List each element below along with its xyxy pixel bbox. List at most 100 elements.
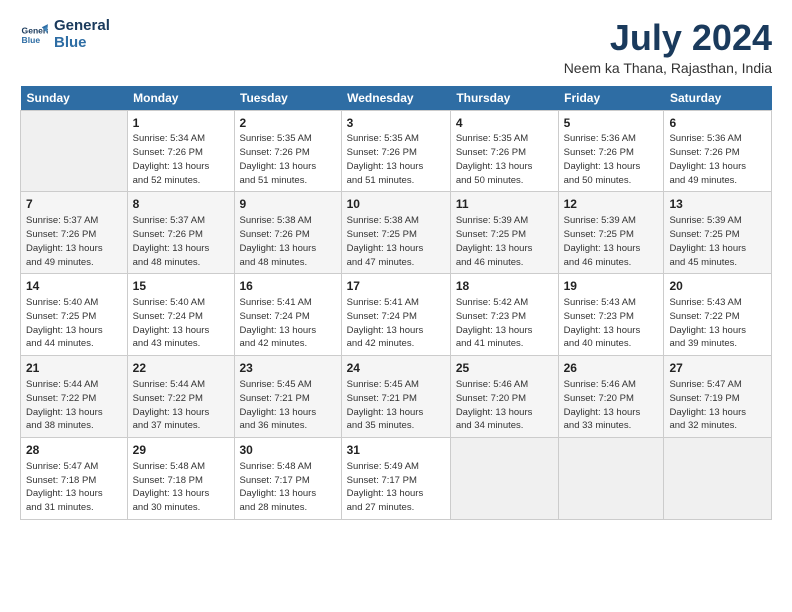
day-cell: 6Sunrise: 5:36 AM Sunset: 7:26 PM Daylig…: [664, 110, 772, 192]
day-number: 18: [456, 278, 553, 295]
day-info: Sunrise: 5:40 AM Sunset: 7:24 PM Dayligh…: [133, 296, 229, 351]
day-cell: [558, 438, 664, 520]
day-number: 24: [347, 360, 445, 377]
day-cell: 17Sunrise: 5:41 AM Sunset: 7:24 PM Dayli…: [341, 274, 450, 356]
day-number: 2: [240, 115, 336, 132]
day-info: Sunrise: 5:35 AM Sunset: 7:26 PM Dayligh…: [347, 132, 445, 187]
title-block: July 2024 Neem ka Thana, Rajasthan, Indi…: [564, 18, 772, 76]
header-day-monday: Monday: [127, 86, 234, 111]
day-number: 25: [456, 360, 553, 377]
day-info: Sunrise: 5:34 AM Sunset: 7:26 PM Dayligh…: [133, 132, 229, 187]
day-cell: 18Sunrise: 5:42 AM Sunset: 7:23 PM Dayli…: [450, 274, 558, 356]
logo: General Blue General Blue: [20, 18, 110, 51]
day-cell: 14Sunrise: 5:40 AM Sunset: 7:25 PM Dayli…: [21, 274, 128, 356]
day-info: Sunrise: 5:49 AM Sunset: 7:17 PM Dayligh…: [347, 460, 445, 515]
day-number: 26: [564, 360, 659, 377]
day-number: 17: [347, 278, 445, 295]
day-info: Sunrise: 5:37 AM Sunset: 7:26 PM Dayligh…: [133, 214, 229, 269]
day-cell: 5Sunrise: 5:36 AM Sunset: 7:26 PM Daylig…: [558, 110, 664, 192]
page: General Blue General Blue July 2024 Neem…: [0, 0, 792, 612]
svg-text:Blue: Blue: [22, 34, 41, 44]
day-number: 4: [456, 115, 553, 132]
day-info: Sunrise: 5:42 AM Sunset: 7:23 PM Dayligh…: [456, 296, 553, 351]
day-cell: 8Sunrise: 5:37 AM Sunset: 7:26 PM Daylig…: [127, 192, 234, 274]
day-info: Sunrise: 5:36 AM Sunset: 7:26 PM Dayligh…: [669, 132, 766, 187]
day-number: 10: [347, 196, 445, 213]
day-number: 3: [347, 115, 445, 132]
header-day-tuesday: Tuesday: [234, 86, 341, 111]
day-number: 22: [133, 360, 229, 377]
day-cell: 29Sunrise: 5:48 AM Sunset: 7:18 PM Dayli…: [127, 438, 234, 520]
header-day-friday: Friday: [558, 86, 664, 111]
day-cell: 21Sunrise: 5:44 AM Sunset: 7:22 PM Dayli…: [21, 356, 128, 438]
day-info: Sunrise: 5:39 AM Sunset: 7:25 PM Dayligh…: [456, 214, 553, 269]
day-cell: 28Sunrise: 5:47 AM Sunset: 7:18 PM Dayli…: [21, 438, 128, 520]
calendar-table: SundayMondayTuesdayWednesdayThursdayFrid…: [20, 86, 772, 520]
week-row-4: 21 Sunrise: 5:44 AM Sunset: 7:22 PM Dayli…: [21, 356, 772, 438]
header-day-saturday: Saturday: [664, 86, 772, 111]
day-number: 5: [564, 115, 659, 132]
day-cell: 27Sunrise: 5:47 AM Sunset: 7:19 PM Dayli…: [664, 356, 772, 438]
day-info: Sunrise: 5:47 AM Sunset: 7:18 PM Dayligh…: [26, 460, 122, 515]
header-day-sunday: Sunday: [21, 86, 128, 111]
day-info: Sunrise: 5:47 AM Sunset: 7:19 PM Dayligh…: [669, 378, 766, 433]
day-info: Sunrise: 5:45 AM Sunset: 7:21 PM Dayligh…: [347, 378, 445, 433]
day-number: 27: [669, 360, 766, 377]
day-number: 23: [240, 360, 336, 377]
header-day-wednesday: Wednesday: [341, 86, 450, 111]
day-cell: 4Sunrise: 5:35 AM Sunset: 7:26 PM Daylig…: [450, 110, 558, 192]
day-info: Sunrise: 5:39 AM Sunset: 7:25 PM Dayligh…: [669, 214, 766, 269]
day-cell: 20Sunrise: 5:43 AM Sunset: 7:22 PM Dayli…: [664, 274, 772, 356]
logo-icon: General Blue: [20, 21, 48, 49]
logo-line1: General: [54, 18, 110, 35]
day-number: 13: [669, 196, 766, 213]
day-cell: 19Sunrise: 5:43 AM Sunset: 7:23 PM Dayli…: [558, 274, 664, 356]
day-number: 8: [133, 196, 229, 213]
day-number: 6: [669, 115, 766, 132]
day-info: Sunrise: 5:41 AM Sunset: 7:24 PM Dayligh…: [347, 296, 445, 351]
week-row-5: 28Sunrise: 5:47 AM Sunset: 7:18 PM Dayli…: [21, 438, 772, 520]
day-number: 9: [240, 196, 336, 213]
header-row: SundayMondayTuesdayWednesdayThursdayFrid…: [21, 86, 772, 111]
day-number: 11: [456, 196, 553, 213]
day-number: 1: [133, 115, 229, 132]
day-number: 29: [133, 442, 229, 459]
day-cell: 31Sunrise: 5:49 AM Sunset: 7:17 PM Dayli…: [341, 438, 450, 520]
day-cell: 25Sunrise: 5:46 AM Sunset: 7:20 PM Dayli…: [450, 356, 558, 438]
day-cell: 3Sunrise: 5:35 AM Sunset: 7:26 PM Daylig…: [341, 110, 450, 192]
day-cell: 22Sunrise: 5:44 AM Sunset: 7:22 PM Dayli…: [127, 356, 234, 438]
day-info: Sunrise: 5:39 AM Sunset: 7:25 PM Dayligh…: [564, 214, 659, 269]
day-info: Sunrise: 5:40 AM Sunset: 7:25 PM Dayligh…: [26, 296, 122, 351]
day-info: Sunrise: 5:46 AM Sunset: 7:20 PM Dayligh…: [564, 378, 659, 433]
day-number: 14: [26, 278, 122, 295]
day-number: 21: [26, 360, 122, 377]
week-row-3: 14Sunrise: 5:40 AM Sunset: 7:25 PM Dayli…: [21, 274, 772, 356]
day-number: 12: [564, 196, 659, 213]
day-cell: [21, 110, 128, 192]
day-number: 20: [669, 278, 766, 295]
day-cell: [450, 438, 558, 520]
day-number: 7: [26, 196, 122, 213]
day-info: Sunrise: 5:44 AM Sunset: 7:22 PM Dayligh…: [133, 378, 229, 433]
day-cell: 16Sunrise: 5:41 AM Sunset: 7:24 PM Dayli…: [234, 274, 341, 356]
day-cell: 15Sunrise: 5:40 AM Sunset: 7:24 PM Dayli…: [127, 274, 234, 356]
header: General Blue General Blue July 2024 Neem…: [20, 18, 772, 76]
day-cell: 23Sunrise: 5:45 AM Sunset: 7:21 PM Dayli…: [234, 356, 341, 438]
day-info: Sunrise: 5:41 AM Sunset: 7:24 PM Dayligh…: [240, 296, 336, 351]
day-cell: 12Sunrise: 5:39 AM Sunset: 7:25 PM Dayli…: [558, 192, 664, 274]
day-info: Sunrise: 5:48 AM Sunset: 7:17 PM Dayligh…: [240, 460, 336, 515]
day-info: Sunrise: 5:45 AM Sunset: 7:21 PM Dayligh…: [240, 378, 336, 433]
day-cell: 9Sunrise: 5:38 AM Sunset: 7:26 PM Daylig…: [234, 192, 341, 274]
day-cell: 10Sunrise: 5:38 AM Sunset: 7:25 PM Dayli…: [341, 192, 450, 274]
week-row-2: 7 Sunrise: 5:37 AM Sunset: 7:26 PM Daylig…: [21, 192, 772, 274]
day-cell: [664, 438, 772, 520]
day-cell: 1Sunrise: 5:34 AM Sunset: 7:26 PM Daylig…: [127, 110, 234, 192]
day-number: 28: [26, 442, 122, 459]
day-info: Sunrise: 5:38 AM Sunset: 7:26 PM Dayligh…: [240, 214, 336, 269]
header-day-thursday: Thursday: [450, 86, 558, 111]
day-cell: 24Sunrise: 5:45 AM Sunset: 7:21 PM Dayli…: [341, 356, 450, 438]
week-row-1: 1Sunrise: 5:34 AM Sunset: 7:26 PM Daylig…: [21, 110, 772, 192]
day-info: Sunrise: 5:35 AM Sunset: 7:26 PM Dayligh…: [240, 132, 336, 187]
day-cell: 13Sunrise: 5:39 AM Sunset: 7:25 PM Dayli…: [664, 192, 772, 274]
day-info: Sunrise: 5:35 AM Sunset: 7:26 PM Dayligh…: [456, 132, 553, 187]
